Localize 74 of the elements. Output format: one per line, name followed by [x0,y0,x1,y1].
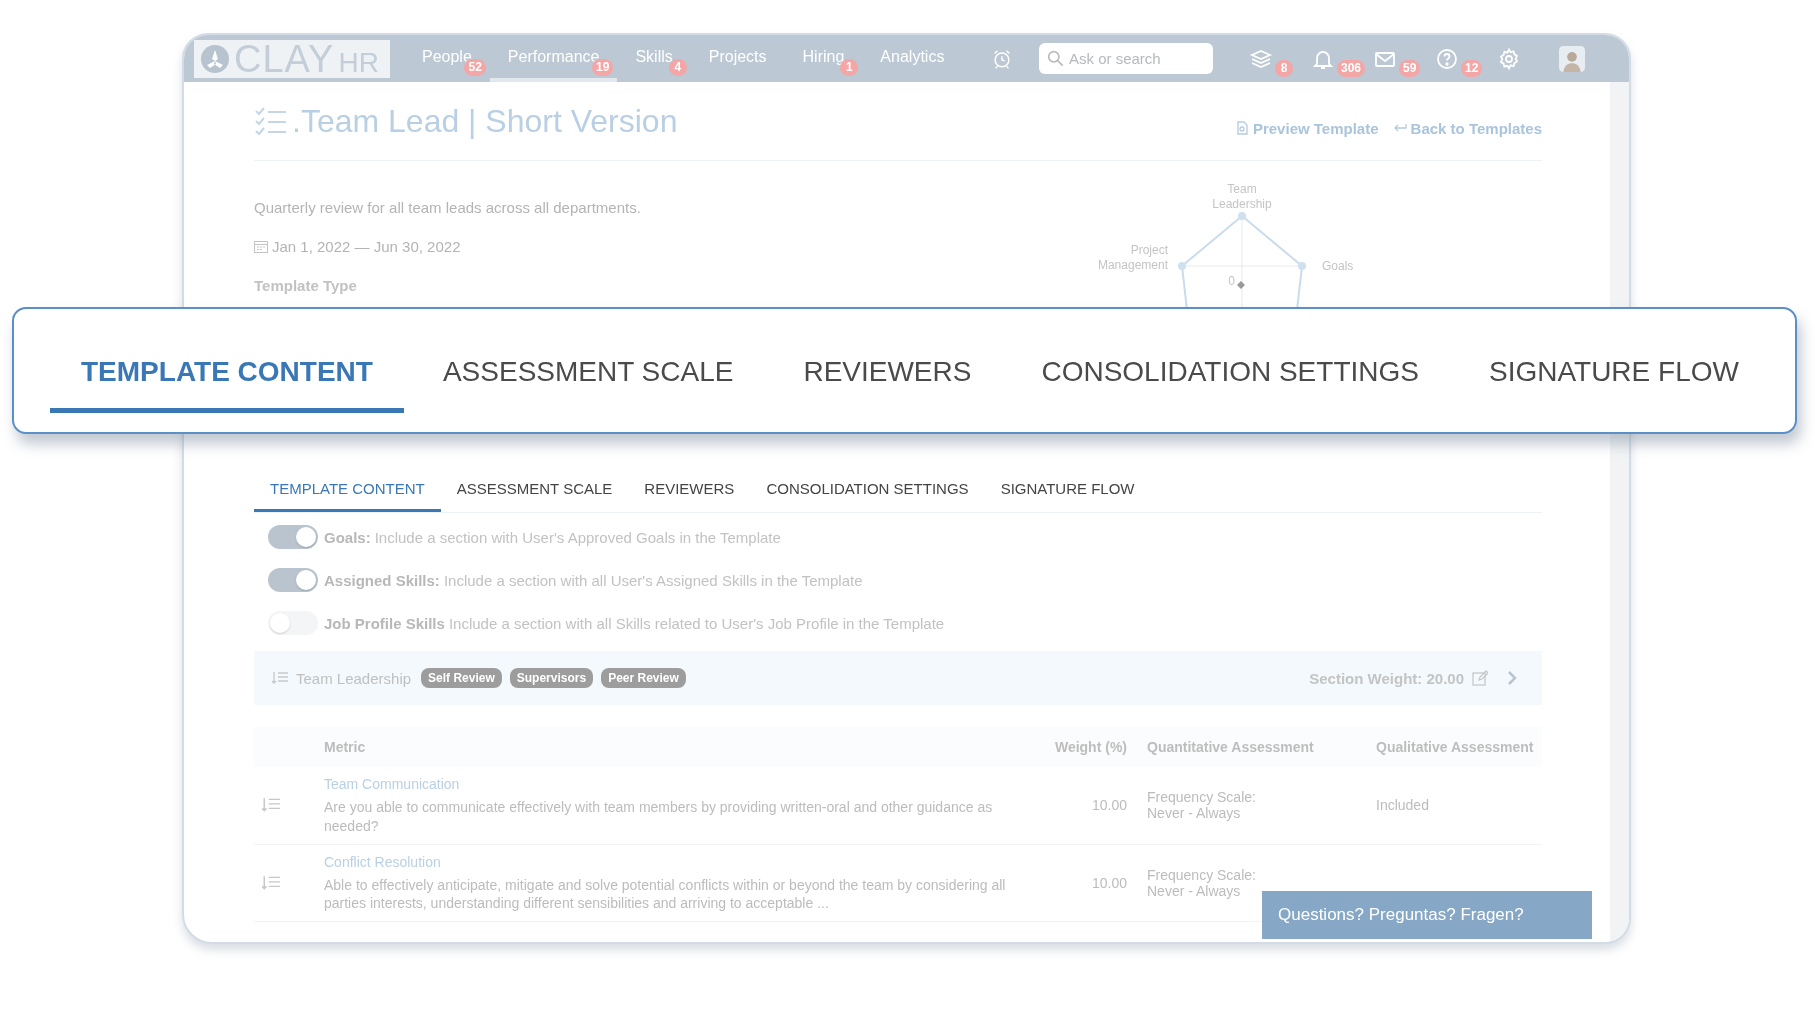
toggle-switch[interactable] [268,525,318,549]
data-point [1178,262,1186,270]
action-link[interactable]: Preview Template [1234,119,1379,137]
count-badge: 12 [1461,59,1483,77]
toggle-label: Job Profile Skills [324,614,445,632]
toggle-switch[interactable] [268,611,318,635]
column-header: Qualitative Assessment [1375,739,1535,755]
column-header: Quantitative Assessment [1146,739,1315,755]
tab[interactable]: CONSOLIDATION SETTINGS [750,468,985,512]
settings-icon[interactable] [1497,46,1521,71]
toggle-description: Include a section with User's Approved Goals in the Template [374,528,781,546]
column-header: Weight (%) [1053,739,1128,755]
data-point [1298,262,1306,270]
quantitative-cell-text: Frequency Scale: Never - Always [1147,789,1257,822]
search-field[interactable]: Ask or search [1039,43,1213,74]
quantitative-cell-text: Frequency Scale: Never - Always [1147,867,1257,899]
date-range: Jan 1, 2022 — Jun 30, 2022 [272,238,461,255]
chevron-right-icon[interactable] [1506,671,1518,685]
tab[interactable]: ASSESSMENT SCALE [440,468,629,512]
tab[interactable]: REVIEWERS [772,331,1003,413]
logo-icon [200,43,230,74]
chart-axis-label: Goals [1322,259,1354,273]
count-badge: 306 [1337,59,1366,77]
edit-icon[interactable] [1472,670,1488,686]
sort-handle-icon[interactable] [272,671,288,685]
center-marker [1237,281,1245,289]
metric-title[interactable]: Team Communication [324,775,1042,794]
chat-button[interactable]: Questions? Preguntas? Fragen? [1262,891,1592,939]
chart-axis-label: Team Leadership [1212,182,1272,211]
toggle-description: Include a section with all Skills related to User's Job Profile in the Template [448,614,945,632]
action-link[interactable]: Back to Templates [1392,119,1542,137]
toggle-label: Goals: [324,528,371,546]
sort-handle-icon[interactable] [262,875,280,891]
count-badge: 19 [592,59,614,76]
nav-item[interactable]: Projects [690,35,785,82]
metric-title[interactable]: Conflict Resolution [324,852,1042,872]
avatar-icon[interactable] [1559,44,1585,73]
metric-description: Are you able to communicate effectively with team members by providing written-oral and other guidance as needed? [324,797,994,836]
reviewer-tag: Supervisors [509,668,594,688]
metric-description: Able to effectively anticipate, mitigate and solve potential conflicts within or beyond the team by considering all parties interests, understanding different sensibilities and arriving to acceptable ... [324,875,1007,914]
reviewer-tag: Peer Review [601,668,686,688]
count-badge: 59 [1399,59,1421,77]
weight-cell-text: 10.00 [1090,875,1128,891]
toggle-label: Assigned Skills: [324,571,440,589]
column-header: Metric [324,739,367,755]
data-point [1238,212,1246,220]
weight-cell-text: 10.00 [1090,797,1128,814]
toggle-description: Include a section with all User's Assigned Skills in the Template [443,571,863,589]
section-header[interactable]: Team Leadership Self Review Supervisors Peer Review Section Weight: 20.00 [254,651,1542,705]
tab[interactable]: SIGNATURE FLOW [984,468,1151,512]
chart-axis-label: Project Management [1097,243,1168,272]
section-title: Team Leadership [296,669,412,687]
qualitative-cell-text: Included [1375,797,1430,814]
tab[interactable]: ASSESSMENT SCALE [411,331,765,413]
tab[interactable]: TEMPLATE CONTENT [50,331,404,413]
tab[interactable]: REVIEWERS [628,468,751,512]
template-description: Quarterly review for all team leads across all departments. [254,199,642,216]
toggle-switch[interactable] [268,568,318,592]
tab[interactable]: CONSOLIDATION SETTINGS [1010,331,1450,413]
checklist-icon [254,105,288,137]
calendar-icon [254,240,268,253]
count-badge: 8 [1275,59,1293,77]
chart-value-label: 0 [1228,274,1235,288]
help-icon[interactable] [1435,46,1459,71]
template-type-label: Template Type [254,277,358,294]
count-badge: 52 [464,59,486,76]
nav-item[interactable]: Analytics [862,35,963,82]
page-title: .Team Lead | Short Version [292,102,678,140]
sort-handle-icon[interactable] [262,797,280,814]
tab[interactable]: SIGNATURE FLOW [1457,331,1770,413]
tab[interactable]: TEMPLATE CONTENT [254,468,441,512]
reviewer-tag: Self Review [421,668,502,688]
section-weight: Section Weight: 20.00 [1309,669,1464,687]
document-icon [1234,121,1249,135]
